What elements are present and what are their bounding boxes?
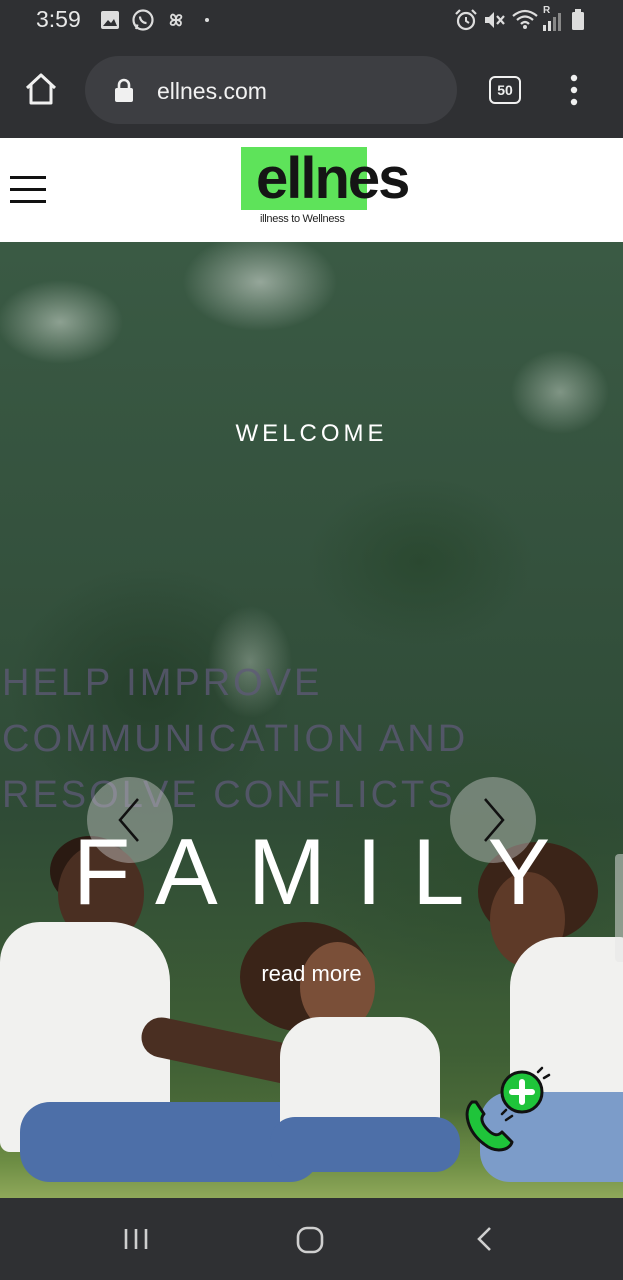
more-menu-icon[interactable]: [566, 74, 582, 106]
signal-icon: [543, 13, 561, 31]
hamburger-menu-icon[interactable]: [10, 176, 46, 204]
url-text: ellnes.com: [157, 78, 267, 104]
hero-welcome: WELCOME: [235, 420, 388, 447]
image-icon: [101, 11, 119, 29]
tab-switcher-button[interactable]: 50: [489, 76, 521, 104]
back-nav-icon[interactable]: [474, 1225, 496, 1253]
battery-icon: [572, 9, 584, 30]
call-doctor-button[interactable]: [458, 1064, 553, 1154]
address-bar[interactable]: ellnes.com: [85, 56, 457, 124]
hero-subheading-line: HELP IMPROVE: [2, 662, 323, 704]
recent-apps-icon[interactable]: [122, 1225, 150, 1253]
pinwheel-icon: [169, 13, 183, 27]
scrollbar-handle[interactable]: [615, 854, 623, 962]
system-nav-bar: [0, 1198, 623, 1280]
status-time: 3:59: [36, 6, 81, 32]
lock-icon: [115, 78, 133, 102]
notification-dot: [205, 18, 209, 22]
home-nav-icon[interactable]: [295, 1225, 325, 1255]
home-icon[interactable]: [24, 72, 58, 106]
hero-title: FAMILY: [72, 819, 581, 924]
alarm-icon: [455, 9, 477, 31]
mute-icon: [485, 12, 505, 28]
site-logo[interactable]: ellnes illness to Wellness: [240, 146, 440, 227]
logo-tagline: illness to Wellness: [260, 213, 345, 225]
hero-subheading-line: COMMUNICATION AND: [2, 718, 469, 760]
whatsapp-icon: [132, 9, 154, 31]
browser-toolbar: ellnes.com 50: [0, 42, 623, 138]
status-bar: 3:59 R: [0, 0, 623, 42]
wifi-icon: [512, 9, 538, 29]
site-header: ellnes illness to Wellness: [0, 138, 623, 242]
hero-slider: WELCOME HELP IMPROVE COMMUNICATION AND R…: [0, 242, 623, 1198]
logo-word: ellnes: [256, 146, 410, 211]
read-more-link[interactable]: read more: [0, 961, 623, 987]
